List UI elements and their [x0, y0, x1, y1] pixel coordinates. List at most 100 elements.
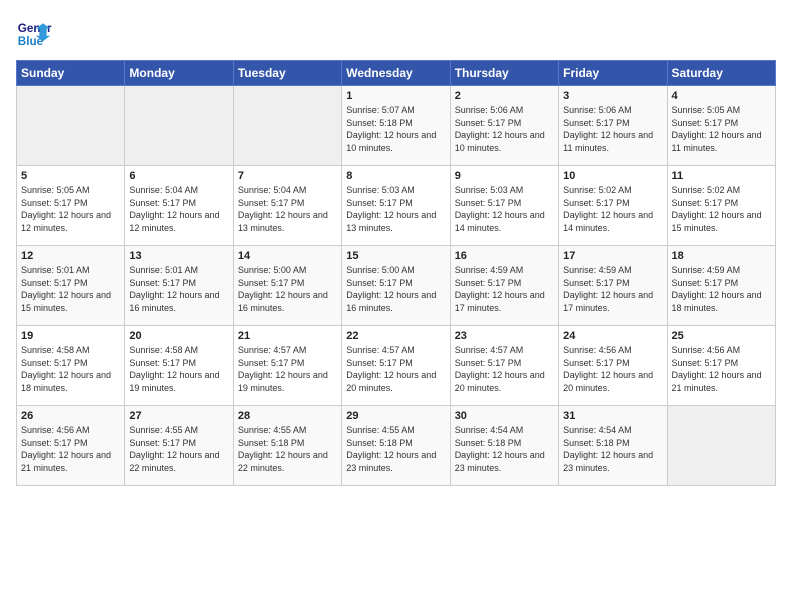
day-info: Sunrise: 4:58 AM Sunset: 5:17 PM Dayligh… — [129, 344, 228, 394]
calendar-cell: 7Sunrise: 5:04 AM Sunset: 5:17 PM Daylig… — [233, 166, 341, 246]
calendar-cell: 9 Sunrise: 5:03 AM Sunset: 5:17 PM Daylig… — [450, 166, 558, 246]
day-number: 17 — [563, 250, 662, 262]
header-monday: Monday — [125, 61, 233, 86]
day-info: Sunrise: 5:03 AM Sunset: 5:17 PM Dayligh… — [346, 184, 445, 234]
day-info: Sunrise: 4:57 AM Sunset: 5:17 PM Dayligh… — [238, 344, 337, 394]
day-info: Sunrise: 4:55 AM Sunset: 5:18 PM Dayligh… — [238, 424, 337, 474]
calendar-cell: 10 Sunrise: 5:02 AM Sunset: 5:17 PM Dayli… — [559, 166, 667, 246]
day-number: 28 — [238, 410, 337, 422]
day-info: Sunrise: 4:56 AM Sunset: 5:17 PM Dayligh… — [672, 344, 771, 394]
calendar-cell: 16Sunrise: 4:59 AM Sunset: 5:17 PM Dayli… — [450, 246, 558, 326]
week-row-4: 19 Sunrise: 4:58 AM Sunset: 5:17 PM Dayli… — [17, 326, 776, 406]
day-number: 1 — [346, 90, 445, 102]
day-number: 20 — [129, 330, 228, 342]
day-number: 30 — [455, 410, 554, 422]
page-header: General Blue — [16, 16, 776, 52]
week-row-3: 12 Sunrise: 5:01 AM Sunset: 5:17 PM Dayli… — [17, 246, 776, 326]
header-tuesday: Tuesday — [233, 61, 341, 86]
day-number: 8 — [346, 170, 445, 182]
calendar-cell: 23 Sunrise: 4:57 AM Sunset: 5:17 PM Dayli… — [450, 326, 558, 406]
day-info: Sunrise: 4:54 AM Sunset: 5:18 PM Dayligh… — [563, 424, 662, 474]
calendar-cell: 15 Sunrise: 5:00 AM Sunset: 5:17 PM Dayli… — [342, 246, 450, 326]
day-info: Sunrise: 4:58 AM Sunset: 5:17 PM Dayligh… — [21, 344, 120, 394]
day-info: Sunrise: 5:06 AM Sunset: 5:17 PM Dayligh… — [455, 104, 554, 154]
day-number: 14 — [238, 250, 337, 262]
day-number: 24 — [563, 330, 662, 342]
header-wednesday: Wednesday — [342, 61, 450, 86]
day-info: Sunrise: 5:03 AM Sunset: 5:17 PM Dayligh… — [455, 184, 554, 234]
calendar-cell: 31 Sunrise: 4:54 AM Sunset: 5:18 PM Dayli… — [559, 406, 667, 486]
day-info: Sunrise: 4:59 AM Sunset: 5:17 PM Dayligh… — [672, 264, 771, 314]
calendar-cell: 8 Sunrise: 5:03 AM Sunset: 5:17 PM Daylig… — [342, 166, 450, 246]
day-number: 12 — [21, 250, 120, 262]
calendar-cell: 28 Sunrise: 4:55 AM Sunset: 5:18 PM Dayli… — [233, 406, 341, 486]
day-info: Sunrise: 4:57 AM Sunset: 5:17 PM Dayligh… — [346, 344, 445, 394]
calendar-cell: 18 Sunrise: 4:59 AM Sunset: 5:17 PM Dayli… — [667, 246, 775, 326]
day-number: 27 — [129, 410, 228, 422]
day-number: 3 — [563, 90, 662, 102]
day-info: Sunrise: 4:55 AM Sunset: 5:17 PM Dayligh… — [129, 424, 228, 474]
day-info: Sunrise: 4:56 AM Sunset: 5:17 PM Dayligh… — [21, 424, 120, 474]
day-number: 25 — [672, 330, 771, 342]
day-info: Sunrise: 5:00 AM Sunset: 5:17 PM Dayligh… — [238, 264, 337, 314]
day-number: 16 — [455, 250, 554, 262]
day-info: Sunrise: 4:55 AM Sunset: 5:18 PM Dayligh… — [346, 424, 445, 474]
day-number: 10 — [563, 170, 662, 182]
calendar-table: SundayMondayTuesdayWednesdayThursdayFrid… — [16, 60, 776, 486]
day-info: Sunrise: 5:02 AM Sunset: 5:17 PM Dayligh… — [672, 184, 771, 234]
calendar-cell: 13 Sunrise: 5:01 AM Sunset: 5:17 PM Dayli… — [125, 246, 233, 326]
week-row-1: 1 Sunrise: 5:07 AM Sunset: 5:18 PM Daylig… — [17, 86, 776, 166]
day-number: 2 — [455, 90, 554, 102]
calendar-cell: 25 Sunrise: 4:56 AM Sunset: 5:17 PM Dayli… — [667, 326, 775, 406]
day-number: 23 — [455, 330, 554, 342]
calendar-cell: 6 Sunrise: 5:04 AM Sunset: 5:17 PM Daylig… — [125, 166, 233, 246]
day-number: 9 — [455, 170, 554, 182]
logo: General Blue — [16, 16, 52, 52]
week-row-5: 26 Sunrise: 4:56 AM Sunset: 5:17 PM Dayli… — [17, 406, 776, 486]
calendar-cell: 29 Sunrise: 4:55 AM Sunset: 5:18 PM Dayli… — [342, 406, 450, 486]
day-number: 15 — [346, 250, 445, 262]
header-sunday: Sunday — [17, 61, 125, 86]
day-number: 4 — [672, 90, 771, 102]
calendar-cell: 26 Sunrise: 4:56 AM Sunset: 5:17 PM Dayli… — [17, 406, 125, 486]
day-number: 18 — [672, 250, 771, 262]
day-info: Sunrise: 5:06 AM Sunset: 5:17 PM Dayligh… — [563, 104, 662, 154]
header-thursday: Thursday — [450, 61, 558, 86]
calendar-cell — [125, 86, 233, 166]
day-number: 26 — [21, 410, 120, 422]
calendar-cell — [667, 406, 775, 486]
calendar-cell: 24 Sunrise: 4:56 AM Sunset: 5:17 PM Dayli… — [559, 326, 667, 406]
calendar-cell — [233, 86, 341, 166]
day-number: 6 — [129, 170, 228, 182]
calendar-cell: 17Sunrise: 4:59 AM Sunset: 5:17 PM Dayli… — [559, 246, 667, 326]
week-row-2: 5 Sunrise: 5:05 AM Sunset: 5:17 PM Daylig… — [17, 166, 776, 246]
day-info: Sunrise: 5:05 AM Sunset: 5:17 PM Dayligh… — [21, 184, 120, 234]
calendar-cell: 19 Sunrise: 4:58 AM Sunset: 5:17 PM Dayli… — [17, 326, 125, 406]
calendar-cell: 27 Sunrise: 4:55 AM Sunset: 5:17 PM Dayli… — [125, 406, 233, 486]
calendar-cell: 5 Sunrise: 5:05 AM Sunset: 5:17 PM Daylig… — [17, 166, 125, 246]
day-info: Sunrise: 4:56 AM Sunset: 5:17 PM Dayligh… — [563, 344, 662, 394]
day-info: Sunrise: 5:01 AM Sunset: 5:17 PM Dayligh… — [129, 264, 228, 314]
day-number: 19 — [21, 330, 120, 342]
day-number: 13 — [129, 250, 228, 262]
day-info: Sunrise: 4:54 AM Sunset: 5:18 PM Dayligh… — [455, 424, 554, 474]
day-info: Sunrise: 5:04 AM Sunset: 5:17 PM Dayligh… — [129, 184, 228, 234]
day-number: 31 — [563, 410, 662, 422]
logo-icon: General Blue — [16, 16, 52, 52]
day-number: 29 — [346, 410, 445, 422]
calendar-cell: 3 Sunrise: 5:06 AM Sunset: 5:17 PM Daylig… — [559, 86, 667, 166]
day-info: Sunrise: 5:07 AM Sunset: 5:18 PM Dayligh… — [346, 104, 445, 154]
day-number: 11 — [672, 170, 771, 182]
day-number: 7 — [238, 170, 337, 182]
day-info: Sunrise: 5:05 AM Sunset: 5:17 PM Dayligh… — [672, 104, 771, 154]
day-info: Sunrise: 5:00 AM Sunset: 5:17 PM Dayligh… — [346, 264, 445, 314]
day-number: 21 — [238, 330, 337, 342]
day-info: Sunrise: 4:57 AM Sunset: 5:17 PM Dayligh… — [455, 344, 554, 394]
day-number: 22 — [346, 330, 445, 342]
svg-text:General: General — [18, 22, 52, 35]
day-number: 5 — [21, 170, 120, 182]
header-friday: Friday — [559, 61, 667, 86]
calendar-header-row: SundayMondayTuesdayWednesdayThursdayFrid… — [17, 61, 776, 86]
calendar-cell: 1 Sunrise: 5:07 AM Sunset: 5:18 PM Daylig… — [342, 86, 450, 166]
day-info: Sunrise: 5:02 AM Sunset: 5:17 PM Dayligh… — [563, 184, 662, 234]
